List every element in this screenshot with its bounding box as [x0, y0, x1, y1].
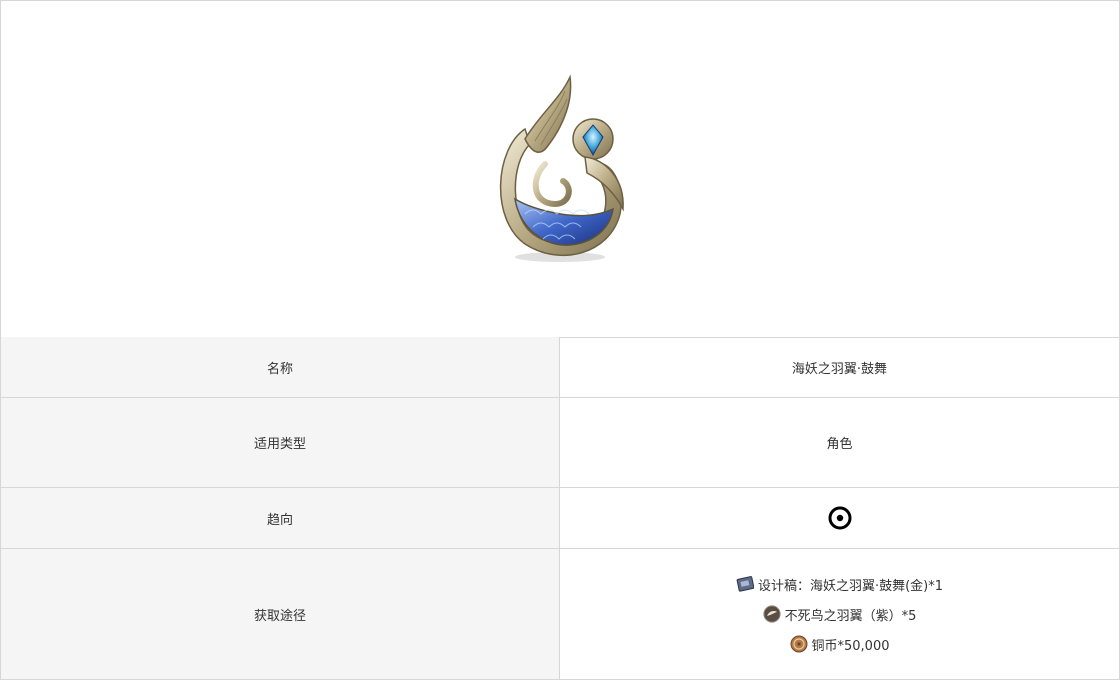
acquire-item: 设计稿：海妖之羽翼·鼓舞(金)*1: [736, 569, 943, 599]
acquire-item-text: 设计稿：海妖之羽翼·鼓舞(金)*1: [757, 578, 944, 594]
acquire-item: 铜币*50,000: [790, 629, 890, 659]
row-type: 适用类型 角色: [1, 398, 1119, 488]
item-image-cell: [1, 1, 1119, 338]
mermaid-wing-emblem-icon: [499, 74, 624, 262]
copper-coin-icon: [790, 635, 807, 653]
row-acquire: 获取途径 设计稿：海妖之羽翼·鼓舞(金)*1 不死鸟之羽翼（紫）*5 铜币*50…: [1, 549, 1119, 679]
row-label-acquire: 获取途径: [1, 549, 560, 679]
phoenix-wing-orb-icon: [763, 605, 781, 623]
row-value-tendency: [560, 488, 1119, 548]
acquire-list: 设计稿：海妖之羽翼·鼓舞(金)*1 不死鸟之羽翼（紫）*5 铜币*50,000: [560, 549, 1119, 679]
row-value-name: 海妖之羽翼·鼓舞: [791, 361, 888, 377]
row-label-name: 名称: [1, 337, 560, 397]
circle-dot-icon: [828, 506, 851, 530]
acquire-item: 不死鸟之羽翼（紫）*5: [763, 599, 917, 629]
acquire-item-text: 铜币*50,000: [811, 638, 890, 654]
row-name: 名称 海妖之羽翼·鼓舞: [1, 337, 1119, 398]
row-value-type: 角色: [826, 437, 853, 452]
item-info-table: 名称 海妖之羽翼·鼓舞 适用类型 角色 趋向 获取途径 设计稿：海妖之羽翼·鼓舞…: [0, 0, 1120, 680]
row-label-tendency: 趋向: [1, 488, 560, 548]
row-label-type: 适用类型: [1, 398, 560, 487]
row-tendency: 趋向: [1, 488, 1119, 549]
blueprint-card-icon: [736, 576, 754, 592]
acquire-item-text: 不死鸟之羽翼（紫）*5: [784, 608, 917, 624]
